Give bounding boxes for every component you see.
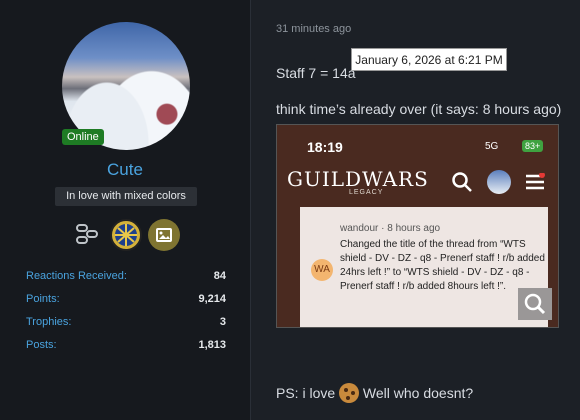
battery-indicator: 83+: [522, 140, 544, 152]
stat-label[interactable]: Trophies:: [26, 316, 71, 339]
stat-reactions: Reactions Received: 84: [26, 270, 226, 293]
entry-text: Changed the title of the thread from “WT…: [340, 239, 545, 292]
sidebar-divider: [250, 0, 251, 420]
zoom-button[interactable]: [518, 288, 552, 320]
post-line-2: think time’s already over (it says: 8 ho…: [276, 101, 562, 117]
user-stats: Reactions Received: 84 Points: 9,214 Tro…: [26, 270, 226, 362]
stat-value: 1,813: [198, 339, 226, 351]
menu-icon: [526, 173, 545, 190]
embedded-screenshot[interactable]: 18:19 5G 83+ GUILDWARS LEGACY WA wandour…: [276, 124, 559, 328]
post-line-3-end: Well who doesnt?: [362, 385, 474, 401]
avatar-icon: [487, 170, 511, 194]
network-indicator: 5G: [485, 141, 499, 152]
trophy-icon-image[interactable]: [148, 219, 180, 251]
stat-value: 84: [213, 270, 226, 282]
trophy-icon-globe[interactable]: [110, 219, 142, 251]
post-timestamp[interactable]: 31 minutes ago: [276, 23, 351, 35]
thread-change-card: WA wandour · 8 hours ago Changed the tit…: [300, 207, 548, 327]
user-title-badge: In love with mixed colors: [55, 187, 197, 206]
post-line-3-start: PS: i love: [276, 385, 336, 401]
stat-points: Points: 9,214: [26, 293, 226, 316]
stat-label[interactable]: Posts:: [26, 339, 57, 362]
stat-posts: Posts: 1,813: [26, 339, 226, 362]
username-link[interactable]: Cute: [0, 160, 250, 180]
trophy-icon-chain[interactable]: [76, 222, 98, 244]
phone-time: 18:19: [307, 139, 343, 155]
guildwars-logo: GUILDWARS: [287, 167, 429, 191]
search-icon: [452, 172, 472, 192]
date-tooltip: January 6, 2026 at 6:21 PM: [351, 48, 507, 71]
stat-label[interactable]: Points:: [26, 293, 60, 316]
guildwars-logo-sub: LEGACY: [349, 189, 384, 196]
entry-meta: wandour · 8 hours ago: [340, 223, 441, 234]
cookie-icon: [339, 383, 360, 403]
post-line-3: PS: i love Well who doesnt?: [276, 383, 473, 403]
post-line-1: Staff 7 = 14a: [276, 65, 356, 81]
stat-trophies: Trophies: 3: [26, 316, 226, 339]
zoom-icon: [524, 293, 546, 315]
stat-value: 9,214: [198, 293, 226, 305]
online-badge: Online: [62, 129, 104, 145]
stat-value: 3: [219, 316, 226, 328]
stat-label[interactable]: Reactions Received:: [26, 270, 127, 293]
wandour-avatar: WA: [311, 259, 333, 281]
phone-status-bar: 18:19 5G 83+: [277, 125, 558, 163]
